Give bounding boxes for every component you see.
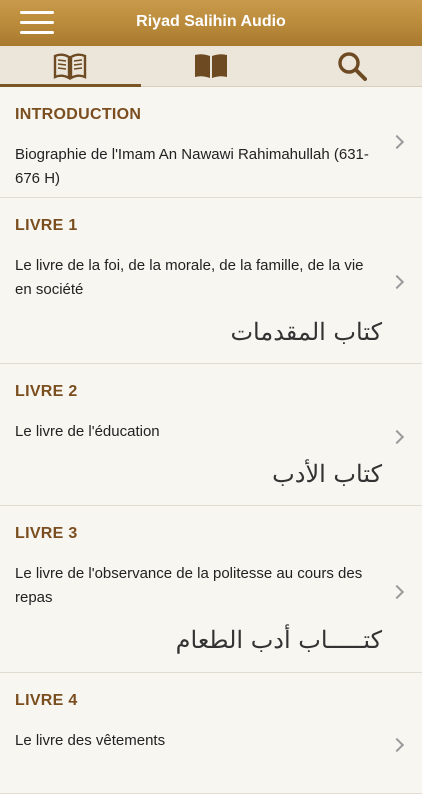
tab-book[interactable] bbox=[141, 46, 282, 86]
chevron-right-icon bbox=[389, 584, 405, 600]
item-description: Le livre des vêtements bbox=[15, 732, 166, 749]
item-description: Biographie de l'Imam An Nawawi Rahimahul… bbox=[15, 146, 369, 187]
item-arabic-title: كتاب الأدب bbox=[272, 460, 382, 488]
list-item-livre-3[interactable]: LIVRE 3 Le livre de l'observance de la p… bbox=[0, 506, 422, 673]
chapter-list: INTRODUCTION Biographie de l'Imam An Naw… bbox=[0, 87, 422, 794]
item-description: Le livre de l'éducation bbox=[15, 423, 160, 440]
book-icon bbox=[195, 54, 227, 78]
tab-open-book[interactable] bbox=[0, 46, 141, 87]
list-item-introduction[interactable]: INTRODUCTION Biographie de l'Imam An Naw… bbox=[0, 87, 422, 198]
list-item-livre-1[interactable]: LIVRE 1 Le livre de la foi, de la morale… bbox=[0, 198, 422, 364]
tab-search[interactable] bbox=[281, 46, 422, 86]
item-heading: LIVRE 1 bbox=[15, 217, 78, 234]
top-bar: Riyad Salihin Audio bbox=[0, 0, 422, 46]
item-heading: LIVRE 2 bbox=[15, 383, 78, 400]
item-heading: LIVRE 4 bbox=[15, 692, 78, 709]
item-heading: LIVRE 3 bbox=[15, 525, 78, 542]
item-heading: INTRODUCTION bbox=[15, 106, 142, 123]
chevron-right-icon bbox=[389, 134, 405, 150]
open-book-icon bbox=[54, 53, 87, 80]
item-description: Le livre de la foi, de la morale, de la … bbox=[15, 257, 364, 298]
chevron-right-icon bbox=[389, 429, 405, 445]
item-arabic-title: كتاب المقدمات bbox=[230, 318, 382, 346]
item-arabic-title: كتـــــاب أدب الطعام bbox=[175, 626, 382, 654]
search-icon bbox=[337, 52, 367, 81]
item-description: Le livre de l'observance de la politesse… bbox=[15, 565, 363, 606]
chevron-right-icon bbox=[389, 274, 405, 290]
list-item-livre-4[interactable]: LIVRE 4 Le livre des vêtements bbox=[0, 673, 422, 794]
list-item-livre-2[interactable]: LIVRE 2 Le livre de l'éducation كتاب الأ… bbox=[0, 364, 422, 506]
tab-bar bbox=[0, 46, 422, 87]
app-title: Riyad Salihin Audio bbox=[136, 13, 286, 30]
